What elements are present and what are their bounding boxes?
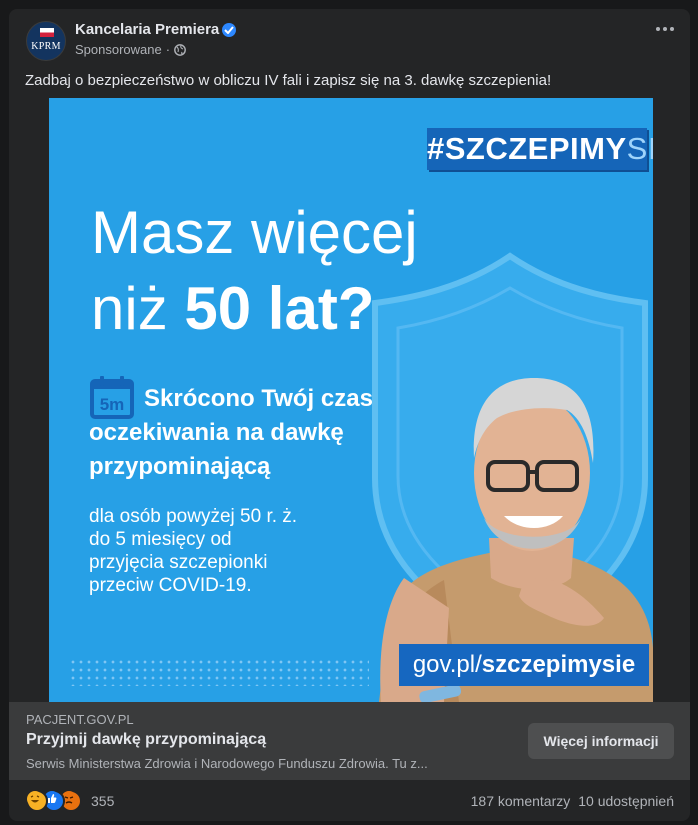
man-portrait-image (379, 378, 653, 702)
link-description: Serwis Ministerstwa Zdrowia i Narodowego… (26, 756, 428, 771)
headline-line2-b: 50 lat? (184, 275, 375, 342)
shares-count[interactable]: 10 udostępnień (578, 793, 674, 809)
headline-line2-a: niż (91, 275, 185, 342)
page-name-link[interactable]: Kancelaria Premiera (75, 21, 219, 38)
url-banner: gov.pl/szczepimysie (399, 644, 649, 686)
headline-line1: Masz więcej (91, 199, 418, 266)
sponsored-post: KPRM Kancelaria Premiera Sponsorowane · … (9, 9, 690, 821)
body-line3: przyjęcia szczepionki (89, 552, 268, 573)
meta-separator: · (165, 42, 171, 57)
comments-count[interactable]: 187 komentarzy (471, 793, 571, 809)
engagement-stats: 187 komentarzy 10 udostępnień (471, 793, 674, 809)
haha-reaction-icon (26, 790, 48, 812)
hashtag-banner: #SZCZEPIMYSIĘ (427, 128, 653, 170)
subheading-line1: Skrócono Twój czas (144, 385, 373, 412)
ad-image[interactable]: #SZCZEPIMYSIĘ Masz więcej niż 50 lat? 5m… (49, 98, 653, 702)
avatar-text: KPRM (31, 41, 61, 52)
hashtag-main: #SZCZEPIMY (427, 131, 627, 166)
globe-icon[interactable] (174, 43, 186, 56)
link-domain: PACJENT.GOV.PL (26, 712, 134, 727)
verified-badge-icon (222, 23, 236, 37)
hashtag-end: SIĘ (626, 131, 653, 166)
url-prefix: gov.pl/ (412, 651, 482, 678)
page-avatar[interactable]: KPRM (26, 21, 66, 61)
sponsored-label[interactable]: Sponsorowane (75, 42, 162, 57)
reactions-count: 355 (91, 793, 115, 809)
post-caption: Zadbaj o bezpieczeństwo w obliczu IV fal… (25, 72, 552, 89)
calendar-text: 5m (100, 395, 125, 414)
dots-pattern (69, 658, 369, 686)
link-title[interactable]: Przyjmij dawkę przypominającą (26, 731, 266, 749)
subheading-line2: oczekiwania na dawkę (89, 419, 344, 446)
flag-icon (40, 28, 54, 37)
headline-line2: niż 50 lat? (91, 276, 374, 342)
more-info-button[interactable]: Więcej informacji (528, 723, 674, 759)
post-meta: Sponsorowane · (75, 42, 186, 57)
body-line2: do 5 miesięcy od (89, 529, 232, 550)
more-options-icon[interactable] (656, 27, 674, 31)
body-line4: przeciw COVID-19. (89, 575, 252, 596)
subheading-line3: przypominającą (89, 453, 271, 480)
calendar-icon: 5m (90, 376, 134, 419)
url-path: szczepimysie (481, 651, 636, 678)
body-line1: dla osób powyżej 50 r. ż. (89, 506, 298, 527)
link-preview[interactable]: PACJENT.GOV.PL Przyjmij dawkę przypomina… (9, 702, 690, 780)
reactions-summary[interactable]: 355 (26, 790, 115, 812)
